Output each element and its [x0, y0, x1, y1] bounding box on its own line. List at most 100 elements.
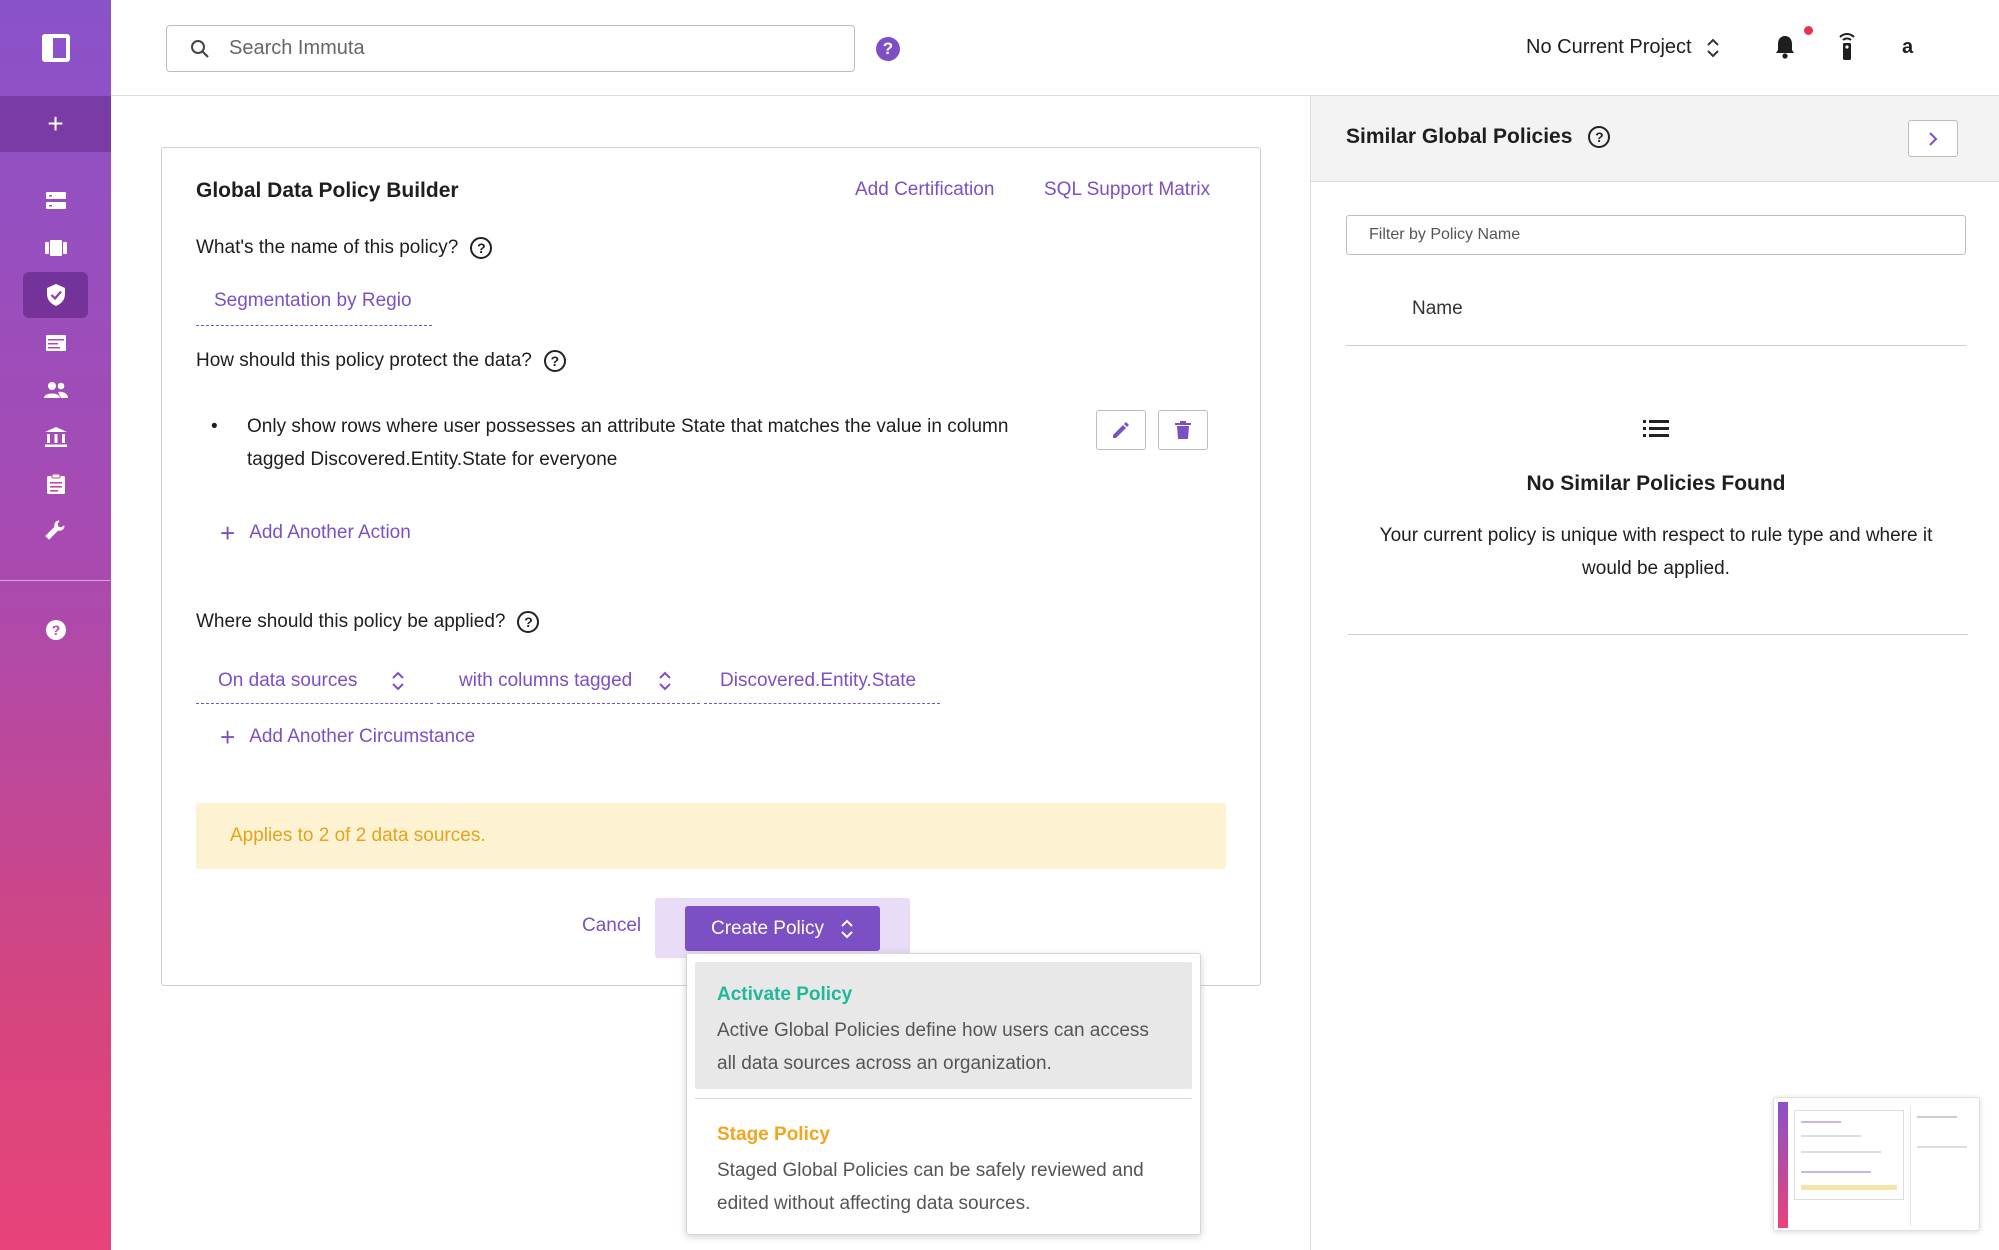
- logo[interactable]: [0, 0, 111, 96]
- card-title: Global Data Policy Builder: [196, 179, 459, 202]
- plus-icon: +: [220, 518, 236, 548]
- question-name: What's the name of this policy? ?: [196, 237, 493, 259]
- panel-title: Similar Global Policies ?: [1346, 125, 1611, 149]
- condition-value: with columns tagged: [459, 669, 633, 691]
- policy-name-input[interactable]: Segmentation by Regio: [196, 282, 432, 326]
- delete-action-button[interactable]: [1158, 410, 1208, 450]
- audit-icon: [46, 473, 65, 494]
- sidebar-item-people[interactable]: [23, 367, 88, 413]
- sidebar-item-queries[interactable]: [23, 320, 88, 366]
- activate-policy-title: Activate Policy: [717, 984, 853, 1005]
- sidebar-item-settings[interactable]: [23, 508, 88, 554]
- add-another-action-button[interactable]: + Add Another Action: [220, 520, 411, 546]
- cancel-button[interactable]: Cancel: [582, 915, 641, 937]
- governance-icon: [44, 427, 67, 447]
- add-circumstance-label: Add Another Circumstance: [249, 726, 476, 747]
- add-another-circumstance-button[interactable]: + Add Another Circumstance: [220, 724, 475, 750]
- question-applied: Where should this policy be applied? ?: [196, 611, 540, 633]
- remote-icon[interactable]: [1837, 32, 1857, 62]
- edit-action-button[interactable]: [1096, 410, 1146, 450]
- condition-select[interactable]: with columns tagged: [437, 658, 700, 704]
- minimap-right-panel: [1910, 1106, 1976, 1226]
- sidebar-item-policies[interactable]: [23, 272, 88, 318]
- panel-header: Similar Global Policies ?: [1311, 96, 1999, 182]
- sidebar-item-governance[interactable]: [23, 414, 88, 460]
- similar-policies-panel: Similar Global Policies ? Name No Simila…: [1310, 96, 1999, 1250]
- minimap-sidebar: [1778, 1102, 1788, 1228]
- policies-icon: [46, 284, 65, 306]
- trash-icon: [1175, 421, 1191, 439]
- project-label: No Current Project: [1526, 36, 1692, 58]
- scope-select[interactable]: On data sources: [196, 658, 433, 704]
- menu-item-activate-policy[interactable]: Activate Policy Active Global Policies d…: [695, 962, 1192, 1089]
- chevron-up-down-icon: [659, 671, 671, 690]
- help-circle-icon[interactable]: ?: [517, 611, 540, 633]
- chevron-up-down-icon: [841, 919, 853, 938]
- question-name-label: What's the name of this policy?: [196, 237, 459, 258]
- wrench-icon: [45, 520, 64, 540]
- panel-divider: [1348, 634, 1968, 635]
- collapse-panel-button[interactable]: [1908, 120, 1958, 157]
- name-column-header[interactable]: Name: [1346, 286, 1966, 346]
- search-icon: [191, 39, 209, 58]
- stage-policy-desc: Staged Global Policies can be safely rev…: [717, 1160, 1144, 1214]
- bell-icon[interactable]: [1774, 34, 1796, 60]
- tag-value: Discovered.Entity.State: [720, 669, 917, 691]
- plus-icon: +: [47, 108, 64, 139]
- list-icon: [1643, 420, 1669, 437]
- filter-policy-input[interactable]: [1346, 215, 1966, 255]
- activate-policy-desc: Active Global Policies define how users …: [717, 1020, 1149, 1074]
- new-button[interactable]: +: [0, 96, 111, 152]
- scope-value: On data sources: [218, 669, 358, 691]
- create-policy-menu: Activate Policy Active Global Policies d…: [686, 953, 1201, 1235]
- search-box[interactable]: [166, 25, 855, 72]
- user-avatar[interactable]: a: [1902, 36, 1913, 59]
- help-circle-icon[interactable]: ?: [470, 237, 493, 259]
- sidebar: + ?: [0, 0, 111, 1250]
- help-icon[interactable]: ?: [876, 37, 900, 61]
- policy-builder-card: Global Data Policy Builder Add Certifica…: [161, 147, 1261, 986]
- add-certification-link[interactable]: Add Certification: [855, 179, 994, 201]
- sidebar-item-data-sources[interactable]: [23, 178, 88, 224]
- projects-icon: [44, 240, 67, 256]
- tag-select[interactable]: Discovered.Entity.State: [704, 658, 940, 704]
- help-circle-icon[interactable]: ?: [1588, 126, 1611, 148]
- add-action-label: Add Another Action: [249, 522, 411, 543]
- policy-action-text: Only show rows where user possesses an a…: [211, 410, 1049, 476]
- page-minimap[interactable]: [1773, 1097, 1980, 1231]
- people-icon: [43, 382, 68, 398]
- chevron-up-down-icon: [1706, 38, 1719, 57]
- queries-icon: [45, 335, 66, 351]
- panel-title-text: Similar Global Policies: [1346, 125, 1573, 148]
- sidebar-item-audit[interactable]: [23, 461, 88, 507]
- question-applied-label: Where should this policy be applied?: [196, 611, 506, 632]
- empty-state-title: No Similar Policies Found: [1526, 472, 1786, 495]
- pencil-icon: [1113, 422, 1129, 438]
- help-icon: ?: [45, 620, 66, 640]
- stage-policy-title: Stage Policy: [717, 1124, 830, 1145]
- sidebar-item-help[interactable]: ?: [23, 607, 88, 653]
- sidebar-divider: [0, 580, 111, 581]
- question-protect-label: How should this policy protect the data?: [196, 350, 532, 371]
- menu-item-stage-policy[interactable]: Stage Policy Staged Global Policies can …: [695, 1102, 1192, 1230]
- create-policy-button[interactable]: Create Policy: [685, 906, 880, 951]
- project-selector[interactable]: No Current Project: [1526, 36, 1720, 59]
- svg-text:?: ?: [51, 622, 60, 638]
- sidebar-item-projects[interactable]: [23, 225, 88, 271]
- sql-support-matrix-link[interactable]: SQL Support Matrix: [1044, 179, 1210, 201]
- create-policy-focus: Create Policy: [655, 898, 910, 958]
- help-circle-icon[interactable]: ?: [543, 350, 566, 372]
- logo-icon: [41, 34, 70, 62]
- action-text: Only show rows where user possesses an a…: [247, 416, 1009, 470]
- chevron-right-icon: [1929, 131, 1938, 146]
- notification-dot: [1804, 26, 1813, 35]
- data-sources-icon: [45, 192, 66, 209]
- create-policy-label: Create Policy: [711, 917, 824, 939]
- applies-text: Applies to 2 of 2 data sources.: [230, 825, 486, 846]
- menu-divider: [695, 1098, 1192, 1099]
- chevron-up-down-icon: [392, 671, 404, 690]
- search-input[interactable]: [229, 37, 789, 60]
- empty-state-description: Your current policy is unique with respe…: [1379, 525, 1933, 579]
- applies-banner: Applies to 2 of 2 data sources.: [196, 803, 1226, 869]
- question-protect: How should this policy protect the data?…: [196, 350, 566, 372]
